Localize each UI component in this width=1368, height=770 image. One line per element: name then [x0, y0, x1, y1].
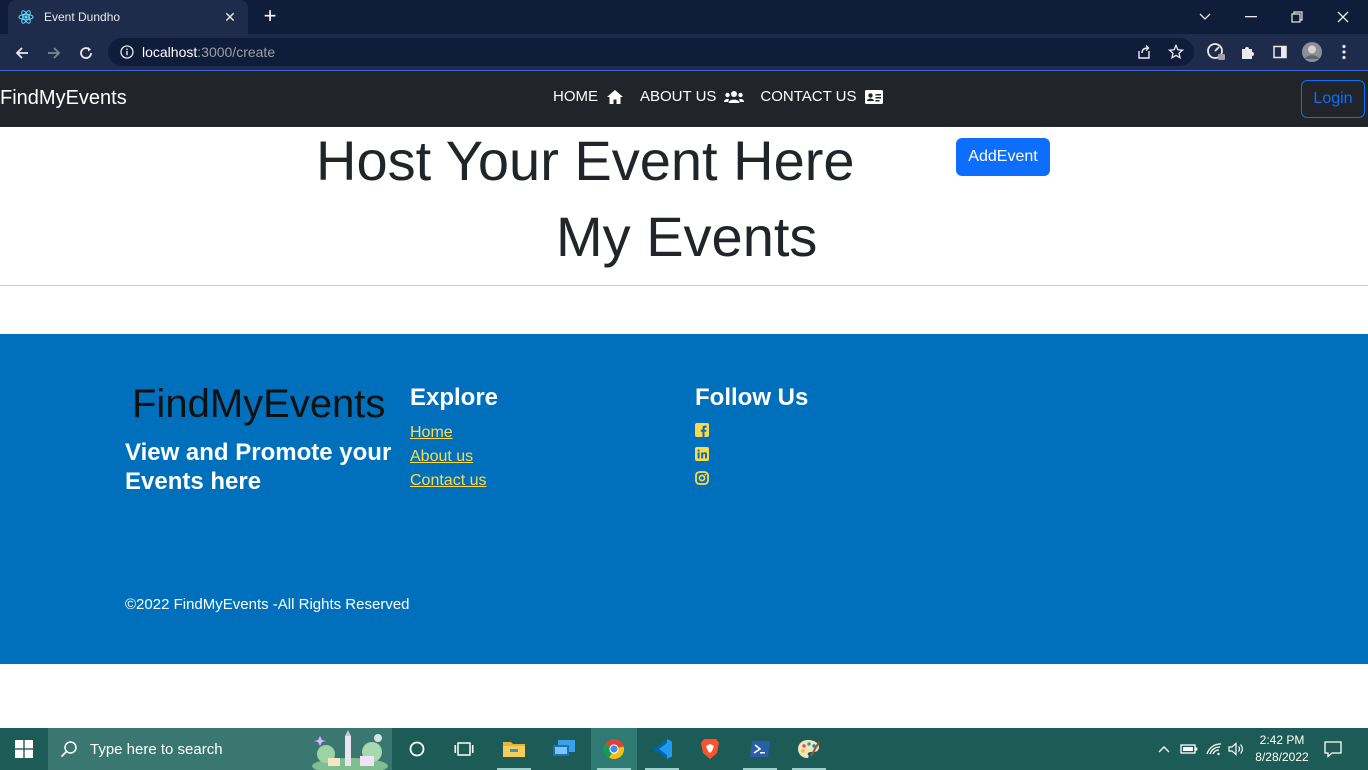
taskbar-clock[interactable]: 2:42 PM 8/28/2022: [1250, 732, 1314, 766]
nav-links: HOME ABOUT US CONTACT US: [553, 88, 899, 105]
extension-gauge-icon[interactable]: [1204, 40, 1228, 64]
forward-arrow-icon[interactable]: [41, 40, 67, 66]
footer-link-home[interactable]: Home: [410, 421, 486, 445]
task-view-icon[interactable]: [441, 728, 487, 770]
search-highlight-illustration-icon: [310, 730, 390, 770]
tab-title: Event Dundho: [44, 10, 121, 24]
bookmark-star-icon[interactable]: [1164, 40, 1188, 64]
restore-icon[interactable]: [1274, 0, 1320, 34]
browser-toolbar: localhost:3000/create: [0, 34, 1368, 71]
footer-tagline: View and Promote your Events here: [125, 439, 392, 495]
close-window-icon[interactable]: [1320, 0, 1366, 34]
chrome-menu-icon[interactable]: [1332, 40, 1356, 64]
footer-link-about[interactable]: About us: [410, 445, 486, 469]
react-icon: [18, 9, 34, 25]
address-bar[interactable]: localhost:3000/create: [108, 38, 1194, 66]
volume-icon[interactable]: [1226, 728, 1248, 770]
tab-close-icon[interactable]: ✕: [222, 9, 238, 25]
profile-avatar-icon[interactable]: [1300, 40, 1324, 64]
share-icon[interactable]: [1132, 40, 1156, 64]
nav-link-label: CONTACT US: [760, 88, 857, 105]
id-card-icon: [864, 89, 883, 104]
side-panel-icon[interactable]: [1268, 40, 1292, 64]
navbar-brand[interactable]: FindMyEvents: [0, 87, 127, 110]
windows-taskbar: Type here to search 2:42 PM 8/28/2022: [0, 728, 1368, 770]
content-divider: [0, 285, 1368, 286]
facebook-icon[interactable]: [695, 423, 709, 437]
footer-brand: FindMyEvents: [132, 382, 386, 426]
site-footer: FindMyEvents View and Promote your Event…: [0, 334, 1368, 664]
site-navbar: FindMyEvents HOME ABOUT US CONTACT US Lo…: [0, 71, 1368, 127]
brave-browser-icon[interactable]: [687, 728, 733, 770]
battery-icon[interactable]: [1178, 728, 1200, 770]
clock-date: 8/28/2022: [1255, 750, 1309, 764]
users-icon: [724, 90, 745, 104]
notification-center-icon[interactable]: [1320, 728, 1346, 770]
host-event-title: Host Your Event Here: [316, 129, 855, 192]
home-icon: [606, 89, 624, 105]
nav-link-label: HOME: [553, 88, 598, 105]
social-links: [695, 423, 709, 495]
cortana-icon[interactable]: [394, 728, 440, 770]
follow-heading: Follow Us: [695, 384, 809, 411]
explore-links: Home About us Contact us: [410, 421, 486, 493]
instagram-icon[interactable]: [695, 471, 709, 485]
file-explorer-icon[interactable]: [491, 728, 537, 770]
nav-link-home[interactable]: HOME: [553, 88, 624, 105]
taskbar-search-box[interactable]: Type here to search: [48, 728, 392, 770]
show-hidden-icons-chevron-up-icon[interactable]: [1154, 728, 1174, 770]
browser-tab-strip: Event Dundho ✕ +: [0, 0, 1368, 34]
nav-link-label: ABOUT US: [640, 88, 717, 105]
extensions-puzzle-icon[interactable]: [1236, 40, 1260, 64]
paint-icon[interactable]: [786, 728, 832, 770]
minimize-icon[interactable]: [1228, 0, 1274, 34]
powershell-icon[interactable]: [737, 728, 783, 770]
explore-heading: Explore: [410, 384, 499, 411]
url-host: localhost: [142, 44, 198, 60]
site-info-icon[interactable]: [120, 45, 134, 59]
clock-time: 2:42 PM: [1259, 733, 1305, 747]
wifi-icon[interactable]: [1203, 728, 1225, 770]
nav-link-contact[interactable]: CONTACT US: [760, 88, 883, 105]
chrome-icon[interactable]: [591, 728, 637, 770]
tab-search-icon[interactable]: [1182, 0, 1228, 34]
search-icon: [60, 740, 78, 758]
browser-tab[interactable]: Event Dundho ✕: [8, 0, 248, 34]
search-placeholder: Type here to search: [90, 740, 223, 758]
back-arrow-icon[interactable]: [9, 40, 35, 66]
reload-icon[interactable]: [73, 40, 99, 66]
footer-link-contact[interactable]: Contact us: [410, 469, 486, 493]
remote-desktop-icon[interactable]: [541, 728, 587, 770]
nav-link-about[interactable]: ABOUT US: [640, 88, 745, 105]
login-button[interactable]: Login: [1301, 80, 1365, 118]
vscode-icon[interactable]: [639, 728, 685, 770]
url-path: :3000/create: [197, 44, 276, 60]
my-events-title: My Events: [556, 205, 818, 268]
linkedin-icon[interactable]: [695, 447, 709, 461]
windows-start-icon[interactable]: [0, 728, 48, 770]
new-tab-button[interactable]: +: [258, 5, 282, 28]
footer-copyright: ©2022 FindMyEvents -All Rights Reserved: [125, 596, 410, 613]
add-event-button[interactable]: AddEvent: [956, 138, 1050, 176]
